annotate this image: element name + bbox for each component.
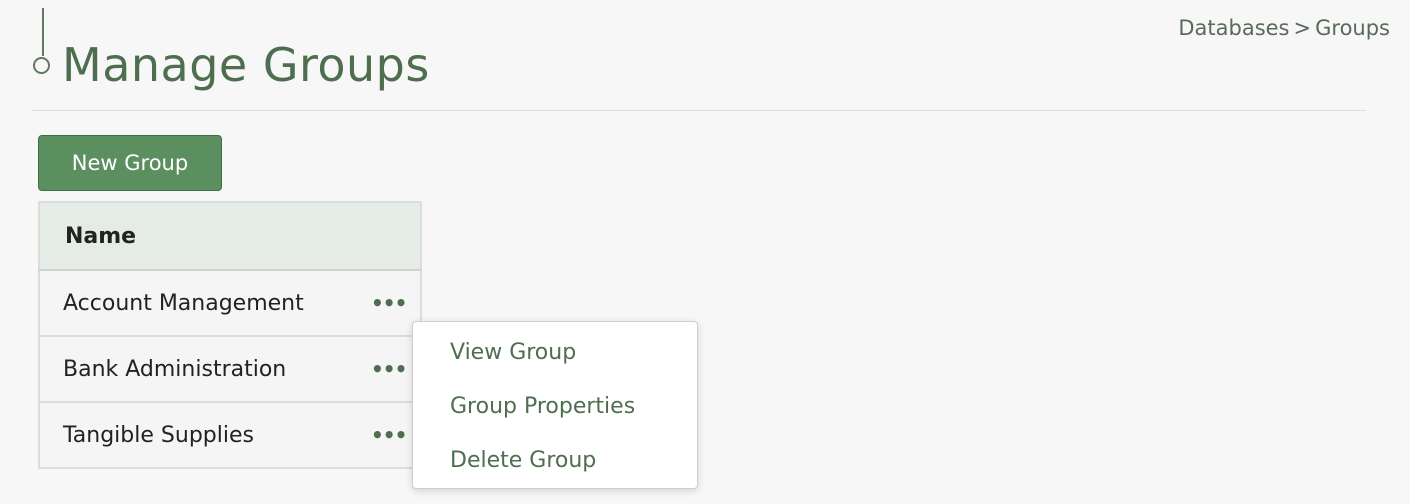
- table-header-row: Name: [39, 202, 421, 271]
- more-actions-icon[interactable]: •••: [371, 423, 407, 447]
- title-decoration-line: [42, 8, 44, 56]
- table-row: Bank Administration •••: [39, 336, 421, 403]
- group-name[interactable]: Account Management: [63, 291, 371, 316]
- breadcrumb-separator: >: [1293, 16, 1312, 40]
- new-group-button[interactable]: New Group: [38, 135, 222, 191]
- group-context-menu: View Group Group Properties Delete Group: [412, 321, 698, 489]
- breadcrumb-current: Groups: [1315, 16, 1390, 40]
- more-actions-icon[interactable]: •••: [371, 357, 407, 381]
- table-cell: Tangible Supplies •••: [39, 402, 421, 469]
- breadcrumb-databases-link[interactable]: Databases: [1178, 16, 1289, 40]
- groups-table: Name Account Management ••• Bank Adminis…: [38, 201, 422, 469]
- table-row: Tangible Supplies •••: [39, 402, 421, 469]
- menu-item-delete-group[interactable]: Delete Group: [413, 444, 697, 498]
- page-title: Manage Groups: [62, 38, 430, 92]
- table-row: Account Management •••: [39, 270, 421, 337]
- group-name[interactable]: Bank Administration: [63, 357, 371, 382]
- title-divider: [32, 110, 1366, 111]
- table-cell: Bank Administration •••: [39, 336, 421, 403]
- menu-item-view-group[interactable]: View Group: [413, 336, 697, 390]
- menu-item-group-properties[interactable]: Group Properties: [413, 390, 697, 444]
- breadcrumb: Databases > Groups: [1178, 16, 1390, 40]
- group-name[interactable]: Tangible Supplies: [63, 423, 371, 448]
- circle-icon: [33, 57, 50, 74]
- table-cell: Account Management •••: [39, 270, 421, 337]
- column-header-name[interactable]: Name: [39, 202, 421, 271]
- more-actions-icon[interactable]: •••: [371, 291, 407, 315]
